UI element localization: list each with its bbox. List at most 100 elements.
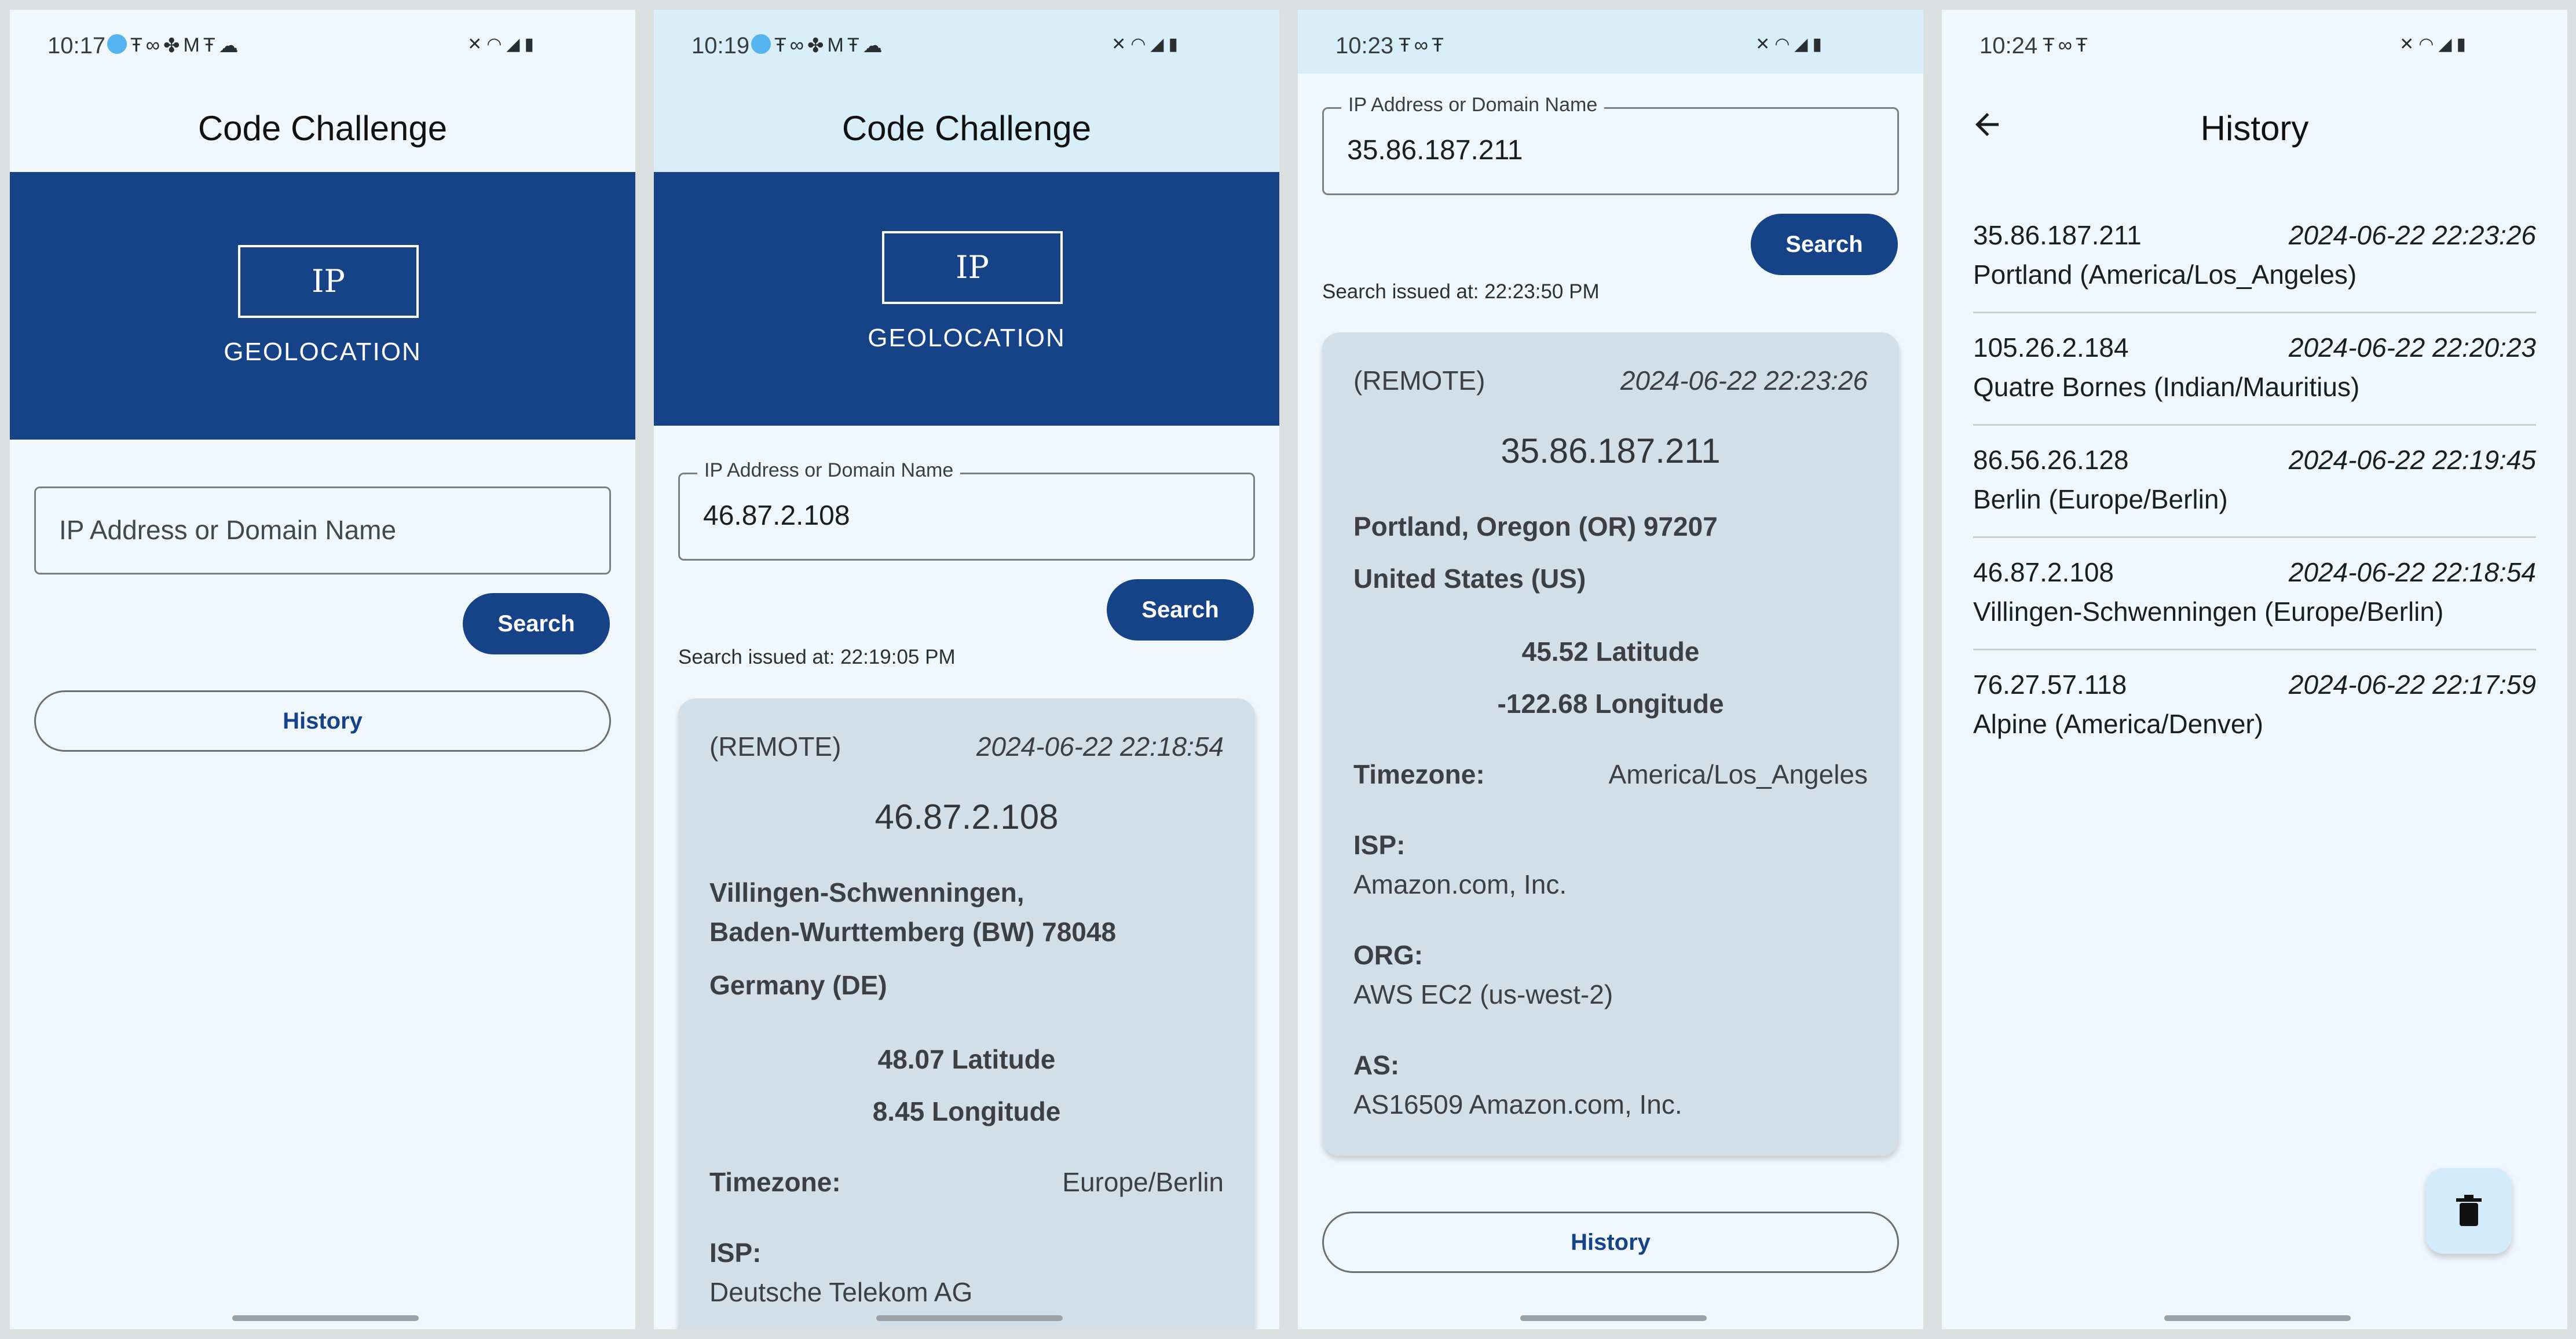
- page-title: Code Challenge: [841, 109, 1092, 148]
- gesture-bar: [232, 1315, 419, 1321]
- result-country: United States (US): [1353, 564, 1586, 594]
- screen-home-empty: 10:17 Ŧ ∞ ✤ M Ŧ ☁ ✕ ◠ ◢ ▮ Code Challenge…: [10, 10, 635, 1329]
- page-title: Code Challenge: [197, 109, 448, 148]
- battery-icon: ▮: [1812, 35, 1822, 54]
- history-location: Quatre Bornes (Indian/Mauritius): [1973, 372, 2360, 402]
- notification-icons: Ŧ ∞ Ŧ: [1399, 34, 1444, 57]
- result-as: AS16509 Amazon.com, Inc.: [1353, 1089, 1682, 1120]
- history-location: Alpine (America/Denver): [1973, 709, 2264, 739]
- result-city: Villingen-Schwenningen,: [709, 877, 1024, 908]
- gesture-bar: [1520, 1315, 1707, 1321]
- gesture-bar: [876, 1315, 1063, 1321]
- history-button[interactable]: History: [1322, 1212, 1899, 1273]
- mute-icon: ✕: [1755, 35, 1770, 54]
- search-issued-time: Search issued at: 22:19:05 PM: [678, 646, 956, 668]
- voicemail-icon: ∞: [145, 34, 160, 56]
- history-ip: 35.86.187.211: [1973, 220, 2142, 250]
- status-time: 10:19: [691, 33, 750, 58]
- search-button[interactable]: Search: [1751, 214, 1898, 275]
- battery-icon: ▮: [1168, 35, 1178, 54]
- logo-subtitle: GEOLOCATION: [868, 324, 1066, 352]
- result-ip: 35.86.187.211: [1501, 431, 1721, 470]
- status-bar: 10:17 Ŧ ∞ ✤ M Ŧ ☁ ✕ ◠ ◢ ▮: [10, 10, 635, 74]
- status-bar: 10:23 Ŧ ∞ Ŧ ✕ ◠ ◢ ▮: [1298, 10, 1923, 74]
- history-timestamp: 2024-06-22 22:17:59: [2288, 670, 2536, 700]
- history-location: Berlin (Europe/Berlin): [1973, 484, 2228, 514]
- result-timezone: America/Los_Angeles: [1608, 759, 1868, 789]
- ip-input[interactable]: IP Address or Domain Name: [34, 486, 611, 575]
- trash-icon: [2456, 1195, 2482, 1226]
- result-isp: Deutsche Telekom AG: [709, 1277, 973, 1307]
- system-icons: ✕ ◠ ◢ ▮: [2399, 34, 2466, 54]
- history-row[interactable]: 105.26.2.184 2024-06-22 22:20:23 Quatre Bo…: [1973, 313, 2536, 426]
- isp-label: ISP:: [1353, 830, 1406, 860]
- history-row[interactable]: 46.87.2.108 2024-06-22 22:18:54 Villingen-…: [1973, 538, 2536, 650]
- ip-input[interactable]: IP Address or Domain Name 46.87.2.108: [678, 459, 1255, 561]
- mail-icon: M: [827, 34, 844, 56]
- fan-icon: ✤: [163, 35, 180, 57]
- app-notification-icon: [107, 34, 127, 54]
- result-ip: 46.87.2.108: [874, 797, 1059, 836]
- signal-icon: ◢: [2438, 35, 2452, 54]
- ip-input-placeholder: IP Address or Domain Name: [59, 515, 397, 545]
- carrier-icon: Ŧ: [130, 34, 142, 56]
- status-bar: 10:24 Ŧ ∞ Ŧ ✕ ◠ ◢ ▮: [1942, 10, 2567, 74]
- mail-icon: M: [183, 34, 200, 56]
- mute-icon: ✕: [1111, 35, 1126, 54]
- wifi-icon: ◠: [486, 35, 502, 54]
- history-row[interactable]: 35.86.187.211 2024-06-22 22:23:26 Portland…: [1973, 201, 2536, 313]
- result-org: AWS EC2 (us-west-2): [1353, 979, 1613, 1009]
- carrier-icon: Ŧ: [774, 34, 786, 56]
- result-source: (REMOTE): [709, 731, 841, 762]
- history-ip: 105.26.2.184: [1973, 332, 2129, 363]
- voicemail-icon: ∞: [2058, 34, 2073, 56]
- result-source: (REMOTE): [1353, 365, 1485, 396]
- fan-icon: ✤: [807, 35, 824, 57]
- result-region: Baden-Wurttemberg (BW) 78048: [709, 917, 1117, 947]
- carrier-icon: Ŧ: [203, 34, 215, 56]
- gesture-bar: [2164, 1315, 2351, 1321]
- logo: IP: [238, 245, 419, 318]
- search-button[interactable]: Search: [1107, 579, 1254, 641]
- history-ip: 46.87.2.108: [1973, 557, 2114, 587]
- ip-input-value: 46.87.2.108: [703, 500, 850, 531]
- history-ip: 86.56.26.128: [1973, 445, 2129, 475]
- status-time: 10:24: [1979, 33, 2038, 58]
- search-issued-time: Search issued at: 22:23:50 PM: [1322, 280, 1600, 303]
- history-timestamp: 2024-06-22 22:23:26: [2288, 220, 2536, 250]
- search-button[interactable]: Search: [463, 593, 610, 654]
- status-bar: 10:19 Ŧ ∞ ✤ M Ŧ ☁ ✕ ◠ ◢ ▮: [654, 10, 1279, 74]
- screen-history: 10:24 Ŧ ∞ Ŧ ✕ ◠ ◢ ▮ History 35.86.187.21…: [1942, 10, 2567, 1329]
- history-row[interactable]: 86.56.26.128 2024-06-22 22:19:45 Berlin (E…: [1973, 426, 2536, 538]
- ip-input-value: 35.86.187.211: [1347, 135, 1523, 166]
- carrier-icon: Ŧ: [847, 34, 859, 56]
- signal-icon: ◢: [506, 35, 520, 54]
- ip-input[interactable]: IP Address or Domain Name 35.86.187.211: [1322, 94, 1899, 195]
- carrier-icon: Ŧ: [2043, 34, 2055, 56]
- screen-search-result-us: 10:23 Ŧ ∞ Ŧ ✕ ◠ ◢ ▮ IP Address or Domain…: [1298, 10, 1923, 1329]
- app-bar: Code Challenge: [654, 74, 1279, 172]
- notification-icons: Ŧ ∞ Ŧ: [2043, 34, 2088, 57]
- notification-icons: Ŧ ∞ ✤ M Ŧ ☁: [107, 34, 239, 57]
- history-button[interactable]: History: [34, 690, 611, 752]
- app-notification-icon: [751, 34, 771, 54]
- logo: IP: [882, 231, 1063, 304]
- history-row[interactable]: 76.27.57.118 2024-06-22 22:17:59 Alpine (A…: [1973, 650, 2536, 763]
- voicemail-icon: ∞: [1414, 34, 1429, 56]
- clear-history-button[interactable]: [2426, 1168, 2512, 1254]
- result-timestamp: 2024-06-22 22:18:54: [976, 731, 1224, 762]
- system-icons: ✕ ◠ ◢ ▮: [1755, 34, 1822, 54]
- system-icons: ✕ ◠ ◢ ▮: [467, 34, 534, 54]
- wifi-icon: ◠: [2418, 35, 2434, 54]
- cloud-icon: ☁: [218, 35, 239, 57]
- signal-icon: ◢: [1794, 35, 1808, 54]
- result-city: Portland, Oregon (OR) 97207: [1353, 511, 1718, 542]
- ip-geolocation-banner: IP GEOLOCATION: [10, 172, 635, 440]
- result-longitude: -122.68 Longitude: [1497, 689, 1724, 719]
- notification-icons: Ŧ ∞ ✤ M Ŧ ☁: [751, 34, 883, 57]
- history-location: Villingen-Schwenningen (Europe/Berlin): [1973, 597, 2444, 627]
- as-label: AS:: [1353, 1050, 1400, 1080]
- history-location: Portland (America/Los_Angeles): [1973, 259, 2357, 290]
- logo-subtitle: GEOLOCATION: [224, 338, 422, 366]
- result-latitude: 45.52 Latitude: [1521, 636, 1700, 667]
